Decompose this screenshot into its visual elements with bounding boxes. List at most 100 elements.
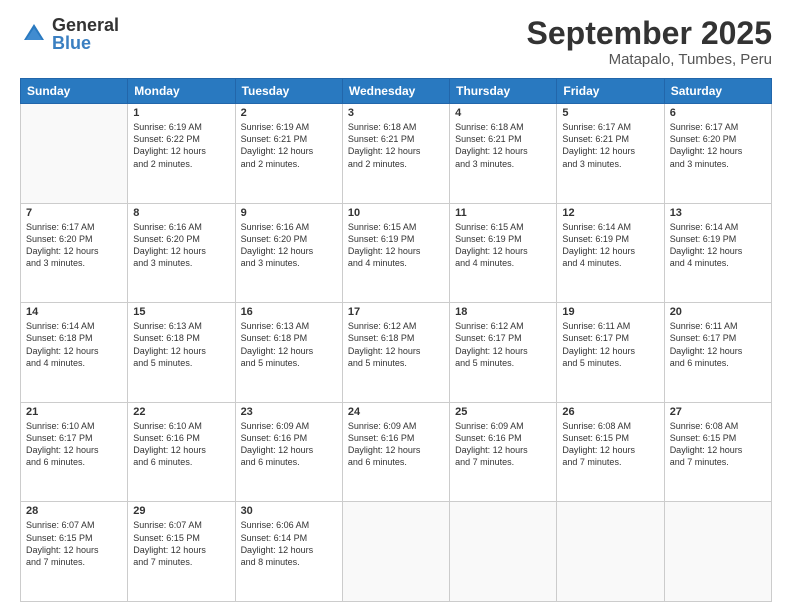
- day-info: Sunrise: 6:11 AM Sunset: 6:17 PM Dayligh…: [562, 320, 658, 369]
- calendar-cell: 7 Sunrise: 6:17 AM Sunset: 6:20 PM Daylig…: [21, 203, 128, 303]
- day-number: 8: [133, 207, 229, 219]
- day-info: Sunrise: 6:06 AM Sunset: 6:14 PM Dayligh…: [241, 519, 337, 568]
- calendar-cell: 14 Sunrise: 6:14 AM Sunset: 6:18 PM Dayli…: [21, 303, 128, 403]
- calendar-cell: 9Sunrise: 6:16 AM Sunset: 6:20 PM Daylig…: [235, 203, 342, 303]
- day-number: 16: [241, 306, 337, 318]
- day-number: 3: [348, 107, 444, 119]
- logo: General Blue: [20, 16, 119, 52]
- day-info: Sunrise: 6:15 AM Sunset: 6:19 PM Dayligh…: [348, 221, 444, 270]
- day-number: 17: [348, 306, 444, 318]
- weekday-header-tuesday: Tuesday: [235, 79, 342, 104]
- day-info: Sunrise: 6:13 AM Sunset: 6:18 PM Dayligh…: [133, 320, 229, 369]
- day-info: Sunrise: 6:07 AM Sunset: 6:15 PM Dayligh…: [26, 519, 122, 568]
- day-info: Sunrise: 6:14 AM Sunset: 6:18 PM Dayligh…: [26, 320, 122, 369]
- calendar-cell: 12 Sunrise: 6:14 AM Sunset: 6:19 PM Dayli…: [557, 203, 664, 303]
- calendar-week-5: 28 Sunrise: 6:07 AM Sunset: 6:15 PM Dayli…: [21, 502, 772, 602]
- logo-general-label: General: [52, 16, 119, 34]
- day-number: 21: [26, 406, 122, 418]
- day-info: Sunrise: 6:17 AM Sunset: 6:20 PM Dayligh…: [26, 221, 122, 270]
- day-info: Sunrise: 6:13 AM Sunset: 6:18 PM Dayligh…: [241, 320, 337, 369]
- calendar-cell: 13 Sunrise: 6:14 AM Sunset: 6:19 PM Dayli…: [664, 203, 771, 303]
- weekday-header-wednesday: Wednesday: [342, 79, 449, 104]
- day-info: Sunrise: 6:17 AM Sunset: 6:20 PM Dayligh…: [670, 121, 766, 170]
- calendar-cell: [664, 502, 771, 602]
- day-number: 25: [455, 406, 551, 418]
- calendar-cell: 8 Sunrise: 6:16 AM Sunset: 6:20 PM Daylig…: [128, 203, 235, 303]
- calendar-cell: 5 Sunrise: 6:17 AM Sunset: 6:21 PM Daylig…: [557, 104, 664, 204]
- calendar-cell: 22 Sunrise: 6:10 AM Sunset: 6:16 PM Dayli…: [128, 402, 235, 502]
- location: Matapalo, Tumbes, Peru: [527, 51, 772, 68]
- day-number: 22: [133, 406, 229, 418]
- calendar-cell: 15 Sunrise: 6:13 AM Sunset: 6:18 PM Dayli…: [128, 303, 235, 403]
- day-number: 6: [670, 107, 766, 119]
- logo-blue-label: Blue: [52, 34, 119, 52]
- calendar: SundayMondayTuesdayWednesdayThursdayFrid…: [20, 78, 772, 602]
- day-info: Sunrise: 6:11 AM Sunset: 6:17 PM Dayligh…: [670, 320, 766, 369]
- day-info: Sunrise: 6:07 AM Sunset: 6:15 PM Dayligh…: [133, 519, 229, 568]
- day-number: 30: [241, 505, 337, 517]
- calendar-cell: 1 Sunrise: 6:19 AM Sunset: 6:22 PM Daylig…: [128, 104, 235, 204]
- calendar-cell: 16 Sunrise: 6:13 AM Sunset: 6:18 PM Dayli…: [235, 303, 342, 403]
- day-number: 2: [241, 107, 337, 119]
- day-info: Sunrise: 6:09 AM Sunset: 6:16 PM Dayligh…: [348, 420, 444, 469]
- calendar-cell: 26Sunrise: 6:08 AM Sunset: 6:15 PM Dayli…: [557, 402, 664, 502]
- day-info: Sunrise: 6:19 AM Sunset: 6:22 PM Dayligh…: [133, 121, 229, 170]
- calendar-cell: 20 Sunrise: 6:11 AM Sunset: 6:17 PM Dayli…: [664, 303, 771, 403]
- calendar-cell: [557, 502, 664, 602]
- calendar-cell: 11Sunrise: 6:15 AM Sunset: 6:19 PM Dayli…: [450, 203, 557, 303]
- calendar-cell: 21Sunrise: 6:10 AM Sunset: 6:17 PM Dayli…: [21, 402, 128, 502]
- calendar-cell: 29 Sunrise: 6:07 AM Sunset: 6:15 PM Dayli…: [128, 502, 235, 602]
- day-number: 13: [670, 207, 766, 219]
- day-number: 12: [562, 207, 658, 219]
- day-number: 1: [133, 107, 229, 119]
- calendar-cell: 10 Sunrise: 6:15 AM Sunset: 6:19 PM Dayli…: [342, 203, 449, 303]
- day-info: Sunrise: 6:08 AM Sunset: 6:15 PM Dayligh…: [562, 420, 658, 469]
- day-number: 27: [670, 406, 766, 418]
- day-number: 28: [26, 505, 122, 517]
- calendar-cell: 2 Sunrise: 6:19 AM Sunset: 6:21 PM Daylig…: [235, 104, 342, 204]
- day-info: Sunrise: 6:12 AM Sunset: 6:17 PM Dayligh…: [455, 320, 551, 369]
- day-info: Sunrise: 6:09 AM Sunset: 6:16 PM Dayligh…: [241, 420, 337, 469]
- weekday-header-row: SundayMondayTuesdayWednesdayThursdayFrid…: [21, 79, 772, 104]
- day-number: 29: [133, 505, 229, 517]
- day-info: Sunrise: 6:10 AM Sunset: 6:16 PM Dayligh…: [133, 420, 229, 469]
- day-info: Sunrise: 6:16 AM Sunset: 6:20 PM Dayligh…: [241, 221, 337, 270]
- day-info: Sunrise: 6:17 AM Sunset: 6:21 PM Dayligh…: [562, 121, 658, 170]
- calendar-week-2: 7 Sunrise: 6:17 AM Sunset: 6:20 PM Daylig…: [21, 203, 772, 303]
- calendar-cell: 23 Sunrise: 6:09 AM Sunset: 6:16 PM Dayli…: [235, 402, 342, 502]
- day-number: 4: [455, 107, 551, 119]
- calendar-cell: 28 Sunrise: 6:07 AM Sunset: 6:15 PM Dayli…: [21, 502, 128, 602]
- day-number: 20: [670, 306, 766, 318]
- calendar-cell: [342, 502, 449, 602]
- day-number: 5: [562, 107, 658, 119]
- calendar-cell: [450, 502, 557, 602]
- calendar-cell: 4Sunrise: 6:18 AM Sunset: 6:21 PM Daylig…: [450, 104, 557, 204]
- title-block: September 2025 Matapalo, Tumbes, Peru: [527, 16, 772, 68]
- month-title: September 2025: [527, 16, 772, 51]
- day-info: Sunrise: 6:09 AM Sunset: 6:16 PM Dayligh…: [455, 420, 551, 469]
- logo-icon: [20, 20, 48, 48]
- day-number: 24: [348, 406, 444, 418]
- calendar-cell: [21, 104, 128, 204]
- calendar-cell: 3 Sunrise: 6:18 AM Sunset: 6:21 PM Daylig…: [342, 104, 449, 204]
- calendar-cell: 6 Sunrise: 6:17 AM Sunset: 6:20 PM Daylig…: [664, 104, 771, 204]
- calendar-cell: 30 Sunrise: 6:06 AM Sunset: 6:14 PM Dayli…: [235, 502, 342, 602]
- day-info: Sunrise: 6:14 AM Sunset: 6:19 PM Dayligh…: [670, 221, 766, 270]
- day-number: 14: [26, 306, 122, 318]
- calendar-body: 1 Sunrise: 6:19 AM Sunset: 6:22 PM Daylig…: [21, 104, 772, 602]
- day-number: 15: [133, 306, 229, 318]
- day-info: Sunrise: 6:14 AM Sunset: 6:19 PM Dayligh…: [562, 221, 658, 270]
- calendar-cell: 25 Sunrise: 6:09 AM Sunset: 6:16 PM Dayli…: [450, 402, 557, 502]
- day-info: Sunrise: 6:19 AM Sunset: 6:21 PM Dayligh…: [241, 121, 337, 170]
- day-info: Sunrise: 6:08 AM Sunset: 6:15 PM Dayligh…: [670, 420, 766, 469]
- day-number: 18: [455, 306, 551, 318]
- header: General Blue September 2025 Matapalo, Tu…: [20, 16, 772, 68]
- day-number: 7: [26, 207, 122, 219]
- weekday-header-monday: Monday: [128, 79, 235, 104]
- day-number: 10: [348, 207, 444, 219]
- weekday-header-friday: Friday: [557, 79, 664, 104]
- day-number: 11: [455, 207, 551, 219]
- day-info: Sunrise: 6:18 AM Sunset: 6:21 PM Dayligh…: [348, 121, 444, 170]
- day-number: 23: [241, 406, 337, 418]
- day-info: Sunrise: 6:16 AM Sunset: 6:20 PM Dayligh…: [133, 221, 229, 270]
